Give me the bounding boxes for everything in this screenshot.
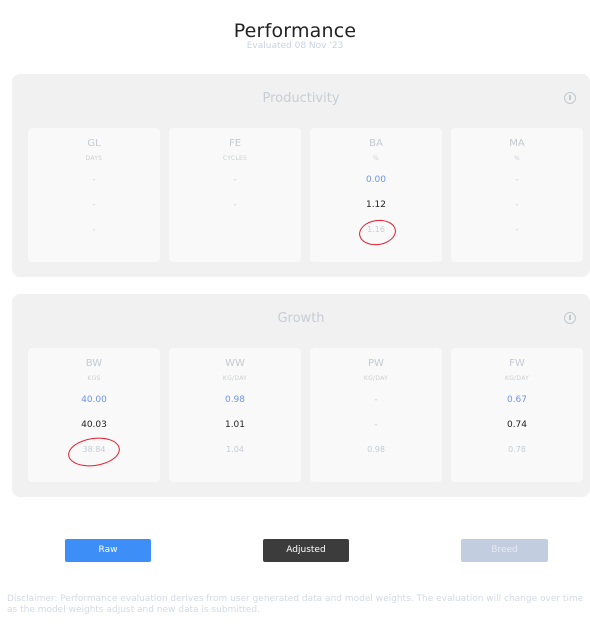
metric-card-bw: BW KGS 40.00 40.03 38.84 <box>28 348 160 482</box>
metric-raw-value: - <box>374 395 378 405</box>
metric-adjusted-value: 0.74 <box>506 420 528 430</box>
evaluated-date: Evaluated 08 Nov '23 <box>246 41 344 51</box>
raw-button[interactable]: Raw <box>65 539 151 562</box>
metric-adjusted-value: - <box>374 420 378 430</box>
metric-unit: CYCLES <box>222 155 248 162</box>
metric-unit: KG/DAY <box>504 375 530 382</box>
productivity-title: Productivity <box>262 91 340 106</box>
metric-title: FW <box>509 358 525 369</box>
metric-unit: DAYS <box>85 155 103 162</box>
metric-title: GL <box>87 138 101 149</box>
annotation-circle <box>66 434 122 470</box>
metric-title: FE <box>228 138 242 149</box>
metric-raw-value: - <box>233 175 237 185</box>
metric-breed-value: 0.98 <box>367 445 385 454</box>
metric-title: PW <box>368 358 384 369</box>
metric-raw-value: 40.00 <box>81 395 107 405</box>
metric-unit: % <box>513 155 520 162</box>
metric-card-ma: MA % - - - <box>451 128 583 262</box>
metric-adjusted-value: - <box>233 200 237 210</box>
metric-breed-value: 0.78 <box>508 445 526 454</box>
metric-adjusted-value: - <box>515 200 519 210</box>
metric-raw-value: - <box>92 175 96 185</box>
adjusted-button[interactable]: Adjusted <box>263 539 349 562</box>
info-icon[interactable] <box>564 312 576 324</box>
metric-title: BA <box>369 138 383 149</box>
metric-raw-value: 0.98 <box>224 395 246 405</box>
metric-card-fw: FW KG/DAY 0.67 0.74 0.78 <box>451 348 583 482</box>
productivity-panel: Productivity GL DAYS - - - FE CYCLES - -… <box>12 74 590 277</box>
metric-breed-value: - <box>515 225 519 234</box>
metric-raw-value: - <box>515 175 519 185</box>
metric-title: MA <box>509 138 525 149</box>
metric-unit: % <box>372 155 379 162</box>
metric-card-ba: BA % 0.00 1.12 1.16 <box>310 128 442 262</box>
metric-unit: KG/DAY <box>222 375 248 382</box>
metric-card-gl: GL DAYS - - - <box>28 128 160 262</box>
page-title: Performance <box>233 20 357 42</box>
metric-adjusted-value: 40.03 <box>81 420 107 430</box>
metric-adjusted-value: 1.01 <box>224 420 246 430</box>
metric-adjusted-value: 1.12 <box>365 200 387 210</box>
info-icon[interactable] <box>564 92 576 104</box>
metric-card-pw: PW KG/DAY - - 0.98 <box>310 348 442 482</box>
metric-card-ww: WW KG/DAY 0.98 1.01 1.04 <box>169 348 301 482</box>
breed-button[interactable]: Breed <box>461 539 548 562</box>
metric-unit: KG/DAY <box>363 375 389 382</box>
metric-card-fe: FE CYCLES - - <box>169 128 301 262</box>
metric-adjusted-value: - <box>92 200 96 210</box>
annotation-circle <box>357 217 398 248</box>
growth-panel: Growth BW KGS 40.00 40.03 38.84 WW KG/DA… <box>12 294 590 497</box>
metric-breed-value: - <box>92 225 96 234</box>
metric-unit: KGS <box>87 375 101 382</box>
growth-title: Growth <box>277 311 325 326</box>
metric-raw-value: 0.00 <box>365 175 387 185</box>
metric-raw-value: 0.67 <box>506 395 528 405</box>
disclaimer-text: Disclaimer: Performance evaluation deriv… <box>7 594 584 615</box>
metric-title: WW <box>225 358 245 369</box>
metric-title: BW <box>85 358 103 369</box>
metric-breed-value: 1.04 <box>226 445 244 454</box>
